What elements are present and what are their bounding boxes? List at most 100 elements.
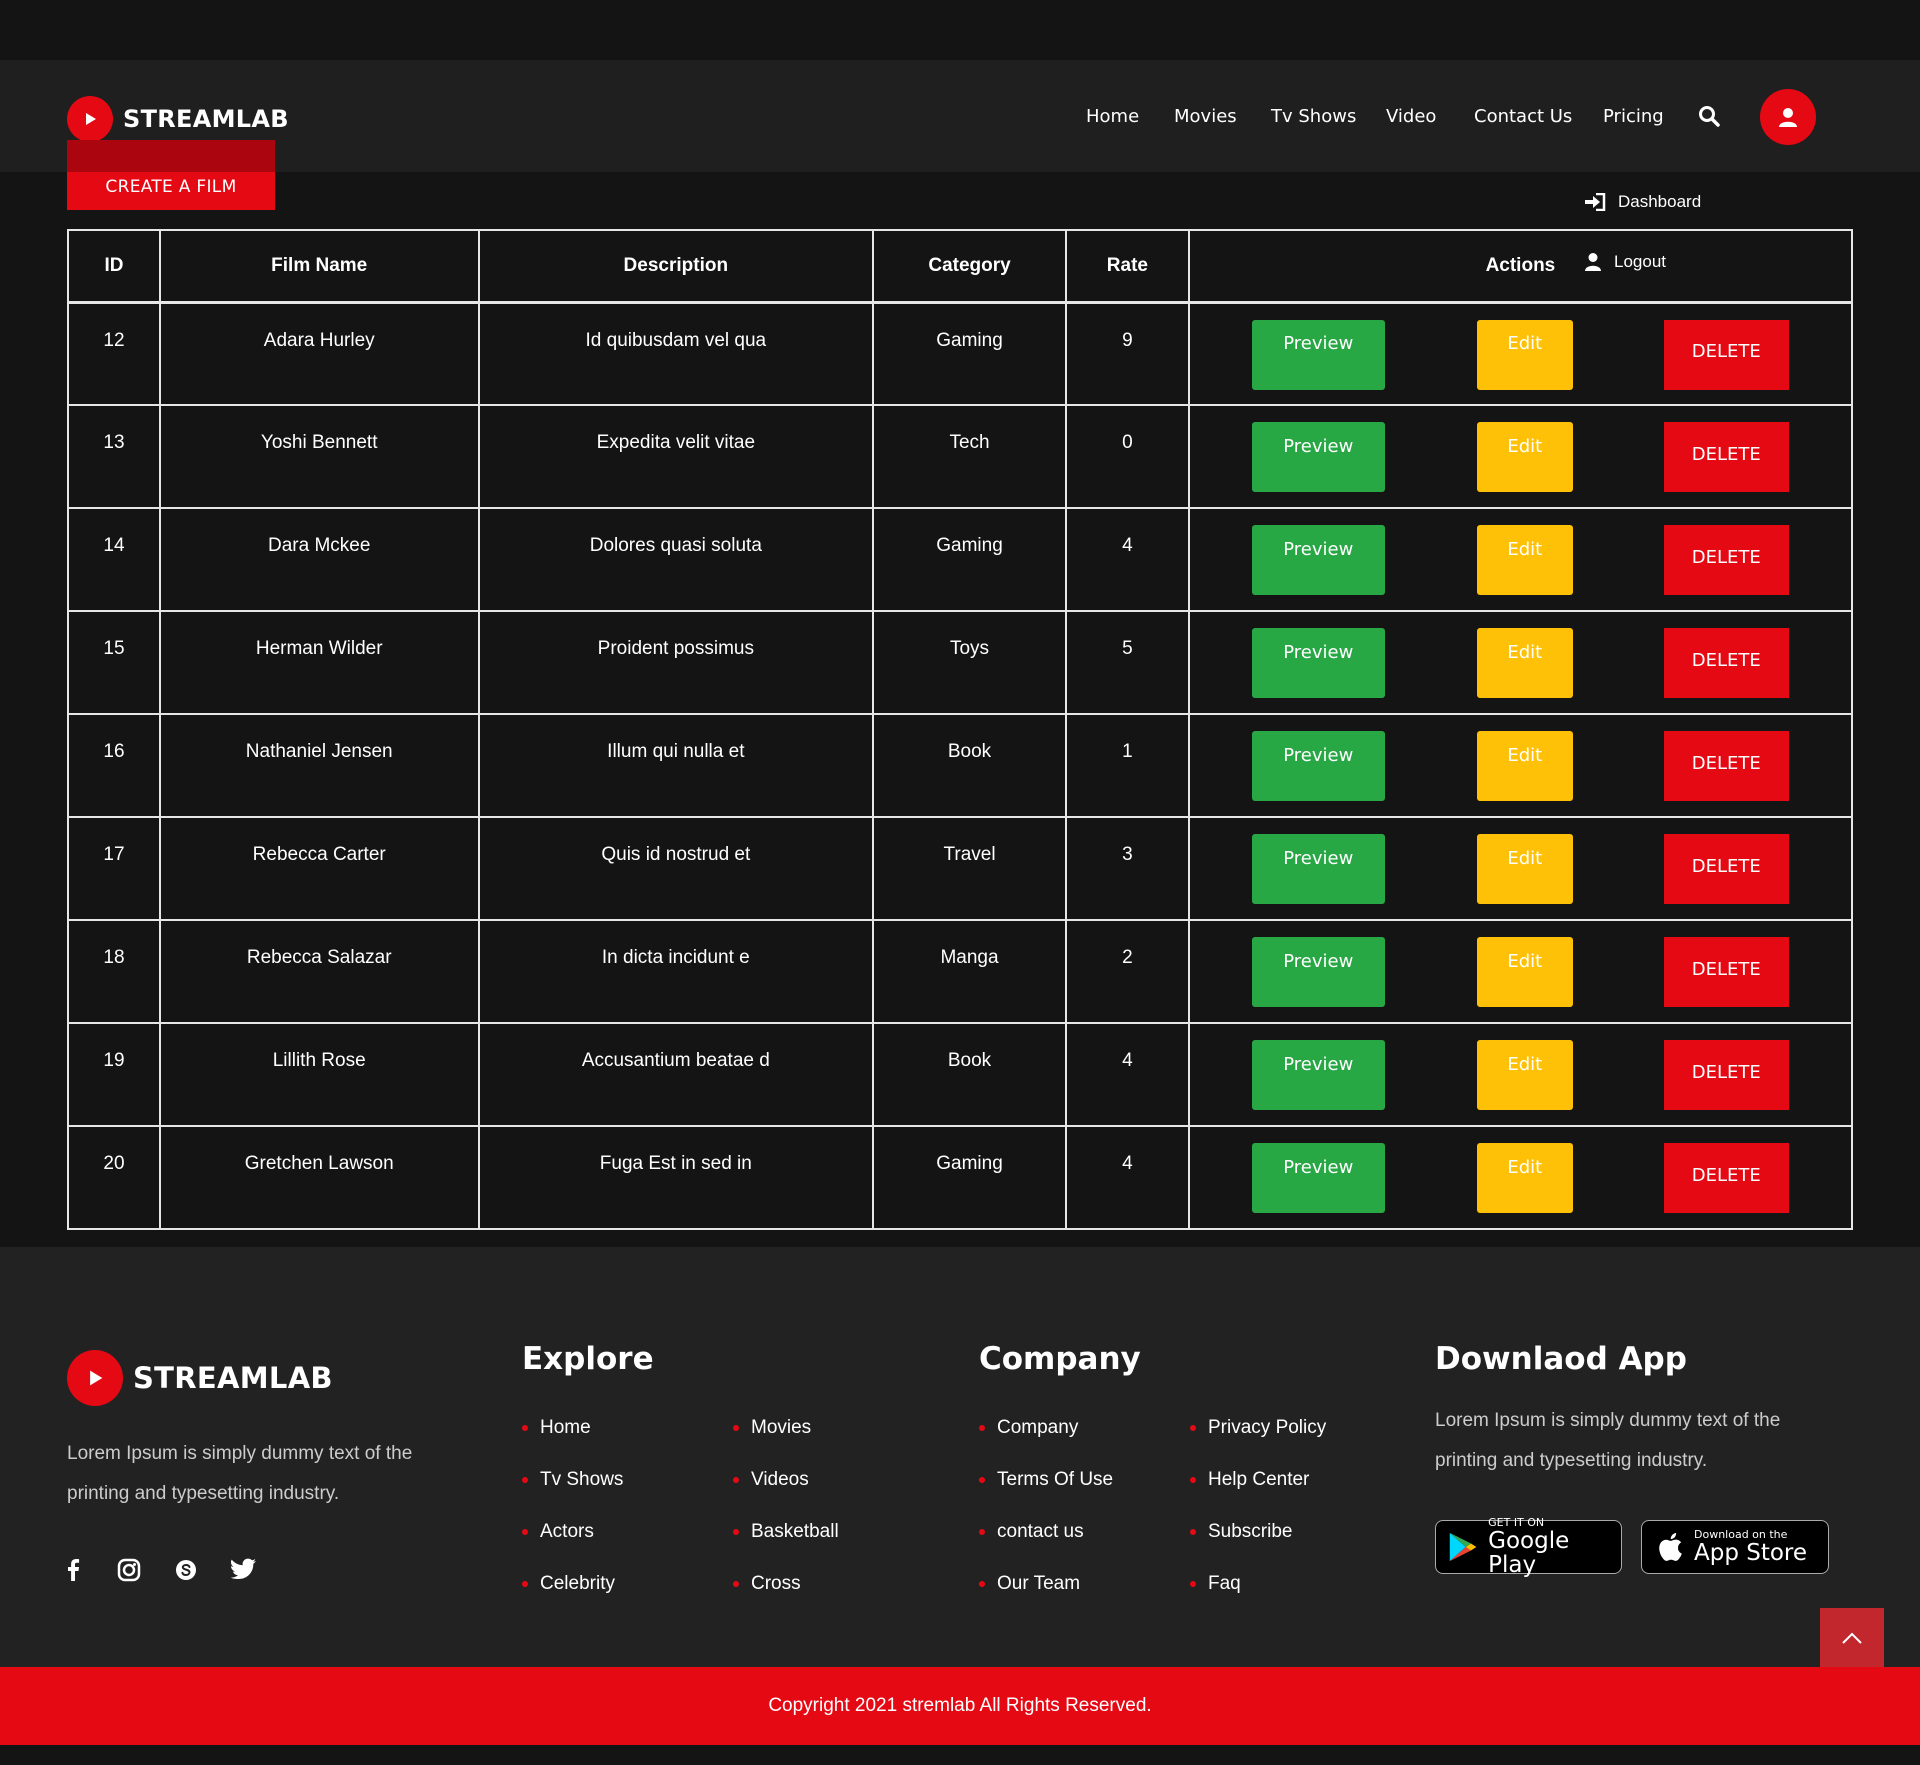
delete-button[interactable]: DELETE (1663, 628, 1789, 698)
cell-film-name: Adara Hurley (158, 301, 480, 406)
cell-actions: Preview Edit DELETE (1187, 1022, 1854, 1127)
footer-link-terms-of-use[interactable]: Terms Of Use (979, 1469, 1113, 1491)
column-header-id: ID (67, 229, 161, 303)
delete-button[interactable]: DELETE (1663, 1143, 1789, 1213)
cell-id: 16 (67, 713, 161, 818)
edit-button[interactable]: Edit (1476, 731, 1573, 801)
google-play-badge[interactable]: GET IT ON Google Play (1435, 1517, 1622, 1577)
app-store-badge[interactable]: Download on the App Store (1641, 1520, 1829, 1574)
bottom-band (0, 1745, 1920, 1765)
edit-button[interactable]: Edit (1476, 319, 1573, 390)
edit-button[interactable]: Edit (1476, 628, 1573, 698)
sign-in-icon (1585, 193, 1606, 211)
preview-button[interactable]: Preview (1251, 525, 1385, 595)
cell-id: 14 (67, 507, 161, 612)
play-icon (67, 96, 113, 142)
cell-category: Gaming (872, 1125, 1067, 1230)
preview-button[interactable]: Preview (1251, 731, 1385, 801)
footer-link-actors[interactable]: Actors (522, 1521, 594, 1543)
create-film-button[interactable]: CREATE A FILM (67, 140, 275, 210)
download-app-heading: Downlaod App (1435, 1341, 1687, 1377)
nav-pricing[interactable]: Pricing (1603, 106, 1664, 127)
user-menu-button[interactable] (1760, 89, 1816, 145)
dropdown-dashboard[interactable]: Dashboard (1584, 192, 1701, 212)
preview-button[interactable]: Preview (1251, 319, 1385, 390)
delete-button[interactable]: DELETE (1663, 731, 1789, 801)
edit-button[interactable]: Edit (1476, 834, 1573, 904)
edit-button[interactable]: Edit (1476, 1143, 1573, 1213)
cell-id: 19 (67, 1022, 161, 1127)
nav-video[interactable]: Video (1386, 106, 1436, 127)
column-header-description: Description (477, 229, 875, 303)
footer-link-movies[interactable]: Movies (733, 1417, 811, 1439)
cell-rate: 4 (1064, 1022, 1190, 1127)
delete-button[interactable]: DELETE (1663, 422, 1789, 492)
header-logo[interactable]: STREAMLAB (67, 96, 289, 142)
cell-description: Illum qui nulla et (477, 713, 875, 818)
preview-button[interactable]: Preview (1251, 422, 1385, 492)
cell-rate: 2 (1064, 919, 1190, 1024)
footer-link-privacy-policy[interactable]: Privacy Policy (1190, 1417, 1326, 1439)
back-to-top-button[interactable] (1820, 1608, 1884, 1668)
edit-button[interactable]: Edit (1476, 422, 1573, 492)
edit-button[interactable]: Edit (1476, 1040, 1573, 1110)
table-row: 18 Rebecca Salazar In dicta incidunt e Mang… (67, 919, 1854, 1024)
table-row: 12 Adara Hurley Id quibusdam vel qua Gaming… (67, 301, 1854, 406)
footer-link-faq[interactable]: Faq (1190, 1573, 1241, 1595)
cell-actions: Preview Edit DELETE (1187, 919, 1854, 1024)
instagram-icon[interactable] (117, 1558, 143, 1584)
cell-description: Accusantium beatae d (477, 1022, 875, 1127)
preview-button[interactable]: Preview (1251, 834, 1385, 904)
footer-link-celebrity[interactable]: Celebrity (522, 1573, 615, 1595)
footer-link-cross[interactable]: Cross (733, 1573, 801, 1595)
delete-button[interactable]: DELETE (1663, 834, 1789, 904)
nav-tv-shows[interactable]: Tv Shows (1271, 106, 1356, 127)
twitter-icon[interactable] (231, 1558, 257, 1584)
skype-icon[interactable] (174, 1558, 200, 1584)
edit-button[interactable]: Edit (1476, 937, 1573, 1007)
create-film-label: CREATE A FILM (105, 177, 237, 197)
table-row: 19 Lillith Rose Accusantium beatae d Book 4 P… (67, 1022, 1854, 1127)
table-row: 16 Nathaniel Jensen Illum qui nulla et Book… (67, 713, 1854, 818)
brand-name: STREAMLAB (123, 105, 289, 133)
footer-link-our-team[interactable]: Our Team (979, 1573, 1080, 1595)
footer-link-videos[interactable]: Videos (733, 1469, 809, 1491)
preview-button[interactable]: Preview (1251, 937, 1385, 1007)
cell-actions: Preview Edit DELETE (1187, 1125, 1854, 1230)
nav-movies[interactable]: Movies (1174, 106, 1237, 127)
cell-actions: Preview Edit DELETE (1187, 301, 1854, 406)
facebook-icon[interactable] (63, 1558, 89, 1584)
nav-contact-us[interactable]: Contact Us (1474, 106, 1572, 127)
footer-link-basketball[interactable]: Basketball (733, 1521, 839, 1543)
footer-link-tv-shows[interactable]: Tv Shows (522, 1469, 623, 1491)
nav-home[interactable]: Home (1086, 106, 1139, 127)
cell-category: Toys (872, 610, 1067, 715)
cell-category: Book (872, 713, 1067, 818)
company-heading: Company (979, 1341, 1141, 1377)
cell-category: Travel (872, 816, 1067, 921)
cell-description: In dicta incidunt e (477, 919, 875, 1024)
footer-link-company[interactable]: Company (979, 1417, 1078, 1439)
footer-link-subscribe[interactable]: Subscribe (1190, 1521, 1293, 1543)
preview-button[interactable]: Preview (1251, 628, 1385, 698)
delete-button[interactable]: DELETE (1663, 937, 1789, 1007)
copyright-bar: Copyright 2021 stremlab All Rights Reser… (0, 1667, 1920, 1745)
edit-button[interactable]: Edit (1476, 525, 1573, 595)
delete-button[interactable]: DELETE (1663, 1040, 1789, 1110)
cell-category: Gaming (872, 301, 1067, 406)
preview-button[interactable]: Preview (1251, 1040, 1385, 1110)
chevron-up-icon (1842, 1632, 1862, 1644)
cell-actions: Preview Edit DELETE (1187, 816, 1854, 921)
delete-button[interactable]: DELETE (1663, 525, 1789, 595)
delete-button[interactable]: DELETE (1663, 319, 1789, 390)
preview-button[interactable]: Preview (1251, 1143, 1385, 1213)
footer-link-contact-us[interactable]: contact us (979, 1521, 1084, 1543)
cell-film-name: Yoshi Bennett (158, 404, 480, 509)
cell-actions: Preview Edit DELETE (1187, 610, 1854, 715)
footer-link-home[interactable]: Home (522, 1417, 591, 1439)
search-icon[interactable] (1697, 104, 1723, 130)
footer-link-help-center[interactable]: Help Center (1190, 1469, 1309, 1491)
table-row: 15 Herman Wilder Proident possimus Toys 5 Pre… (67, 610, 1854, 715)
footer-logo[interactable]: STREAMLAB (67, 1350, 333, 1406)
cell-id: 17 (67, 816, 161, 921)
